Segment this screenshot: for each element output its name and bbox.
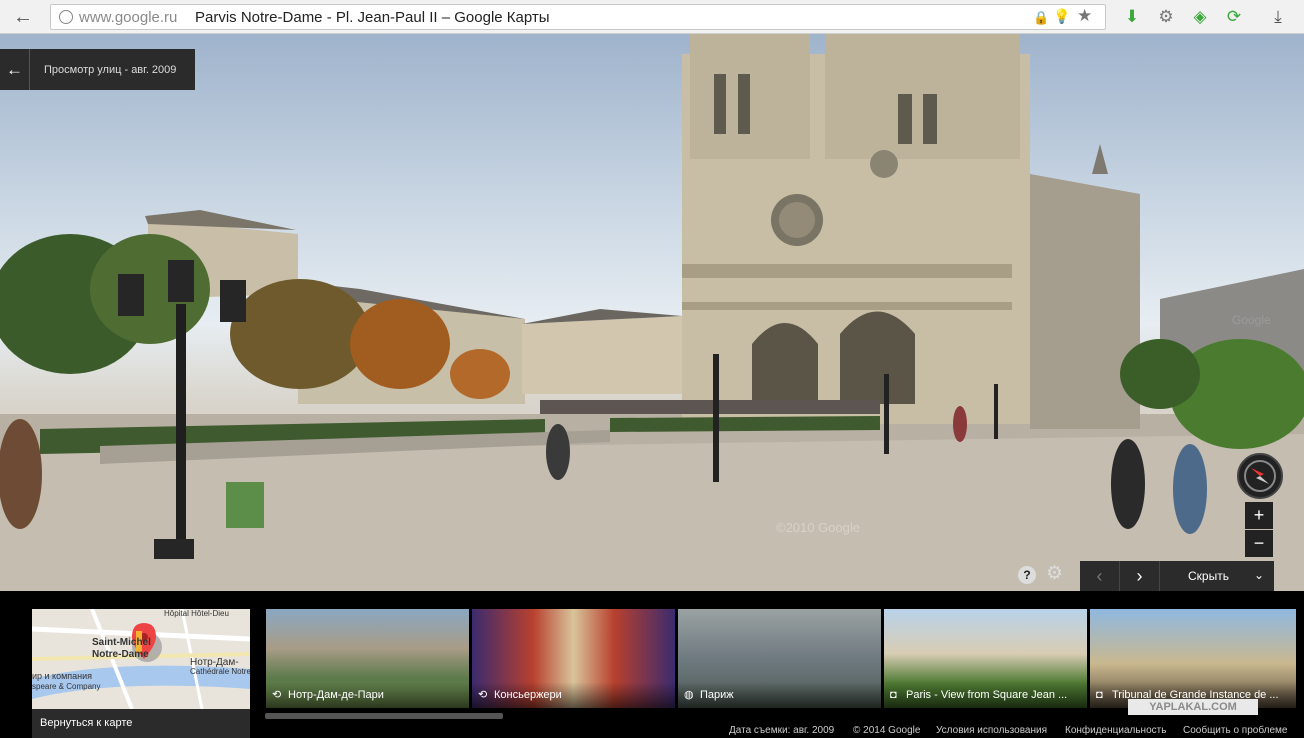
privacy-link[interactable]: Конфиденциальность [1065, 725, 1166, 736]
url-domain: www.google.ru [79, 9, 178, 26]
photo-strip-controls: ‹ › Скрыть ⌄ [1080, 561, 1274, 591]
photo-strip: Hôpital Hôtel-Dieu Saint-Michel Notre-Da… [0, 591, 1304, 738]
copyright: © 2014 Google [853, 725, 921, 736]
camera-icon: ◘ [890, 689, 897, 701]
arrow-left-icon[interactable]: ← [0, 49, 30, 90]
thumbnail-caption: ◘ Paris - View from Square Jean ... [884, 682, 1087, 708]
address-bar[interactable]: www.google.ru Parvis Notre-Dame - Pl. Je… [50, 4, 1106, 30]
street-view-label: Просмотр улиц - авг. 2009 [44, 63, 177, 76]
capture-date: Дата съемки: авг. 2009 [729, 725, 835, 736]
thumbnail-caption: ⟲ Консьержери [472, 682, 675, 708]
zoom-out-button[interactable]: − [1245, 530, 1273, 557]
url-page-title: Parvis Notre-Dame - Pl. Jean-Paul II – G… [195, 9, 550, 26]
panorama-scene: ©2010 Google Google [0, 34, 1304, 591]
photo-thumbnail[interactable]: ◍ Париж [678, 609, 881, 708]
map-label: Hôpital Hôtel-Dieu [164, 609, 229, 618]
map-label: Saint-Michel [92, 637, 151, 648]
chevron-right-icon[interactable]: › [1120, 561, 1160, 591]
photo-thumbnail[interactable]: ⟲ Консьержери [472, 609, 675, 708]
photo-thumbnail[interactable]: ◘ Tribunal de Grande Instance de ... [1090, 609, 1296, 708]
street-view-chip: ← Просмотр улиц - авг. 2009 [0, 49, 195, 90]
map-label: Notre-Dame [92, 649, 149, 660]
browser-toolbar: ← www.google.ru Parvis Notre-Dame - Pl. … [0, 0, 1304, 34]
page-icon [59, 10, 73, 24]
map-label: ир и компания [32, 671, 93, 681]
photo-thumbnail[interactable]: ◘ Paris - View from Square Jean ... [884, 609, 1087, 708]
browser-window: ← www.google.ru Parvis Notre-Dame - Pl. … [0, 0, 1304, 738]
back-button[interactable]: ← [10, 5, 36, 29]
photo-thumbnail[interactable]: ⟲ Нотр-Дам-де-Пари [266, 609, 469, 708]
lock-icon[interactable]: 🔒 [1033, 10, 1049, 26]
thumbnail-caption: ◍ Париж [678, 682, 881, 708]
minimap[interactable]: Hôpital Hôtel-Dieu Saint-Michel Notre-Da… [32, 609, 250, 738]
zoom-in-button[interactable]: + [1245, 502, 1273, 529]
hide-button[interactable]: Скрыть [1188, 561, 1229, 591]
gear-icon[interactable]: ⚙ [1046, 564, 1063, 584]
globe-icon: ◍ [684, 689, 694, 701]
terms-link[interactable]: Условия использования [936, 725, 1047, 736]
pano-watermark: ©2010 Google [776, 520, 860, 535]
street-view-panorama[interactable]: ©2010 Google Google ← Просмотр улиц - ав… [0, 34, 1304, 591]
360-icon: ⟲ [478, 689, 488, 701]
download-icon[interactable]: ⤓ [1266, 5, 1290, 29]
help-icon[interactable]: ? [1018, 566, 1036, 584]
chevron-left-icon[interactable]: ‹ [1080, 561, 1120, 591]
return-to-map-button[interactable]: Вернуться к карте [32, 709, 250, 738]
report-problem-link[interactable]: Сообщить о проблеме [1183, 725, 1287, 736]
lightbulb-icon[interactable]: 💡 [1053, 8, 1070, 25]
download-green-icon[interactable]: ⬇ [1120, 5, 1144, 29]
photo-strip-scrollbar[interactable] [265, 713, 503, 719]
translate-icon[interactable]: ⚙ [1154, 5, 1178, 29]
thumbnail-caption: ⟲ Нотр-Дам-де-Пари [266, 682, 469, 708]
pano-watermark-right: Google [1232, 313, 1271, 327]
shield-icon[interactable]: ◈ [1188, 5, 1212, 29]
watermark-logo: YAPLAKAL.COM [1128, 699, 1258, 715]
compass-icon[interactable] [1237, 453, 1283, 499]
map-label: Cathédrale Notre [190, 667, 250, 676]
star-icon[interactable]: ★ [1077, 6, 1092, 26]
360-icon: ⟲ [272, 689, 282, 701]
map-label: speare & Company [32, 682, 101, 691]
chevron-double-down-icon[interactable]: ⌄ [1254, 561, 1264, 591]
camera-icon: ◘ [1096, 689, 1103, 701]
refresh-icon[interactable]: ⟳ [1222, 5, 1246, 29]
